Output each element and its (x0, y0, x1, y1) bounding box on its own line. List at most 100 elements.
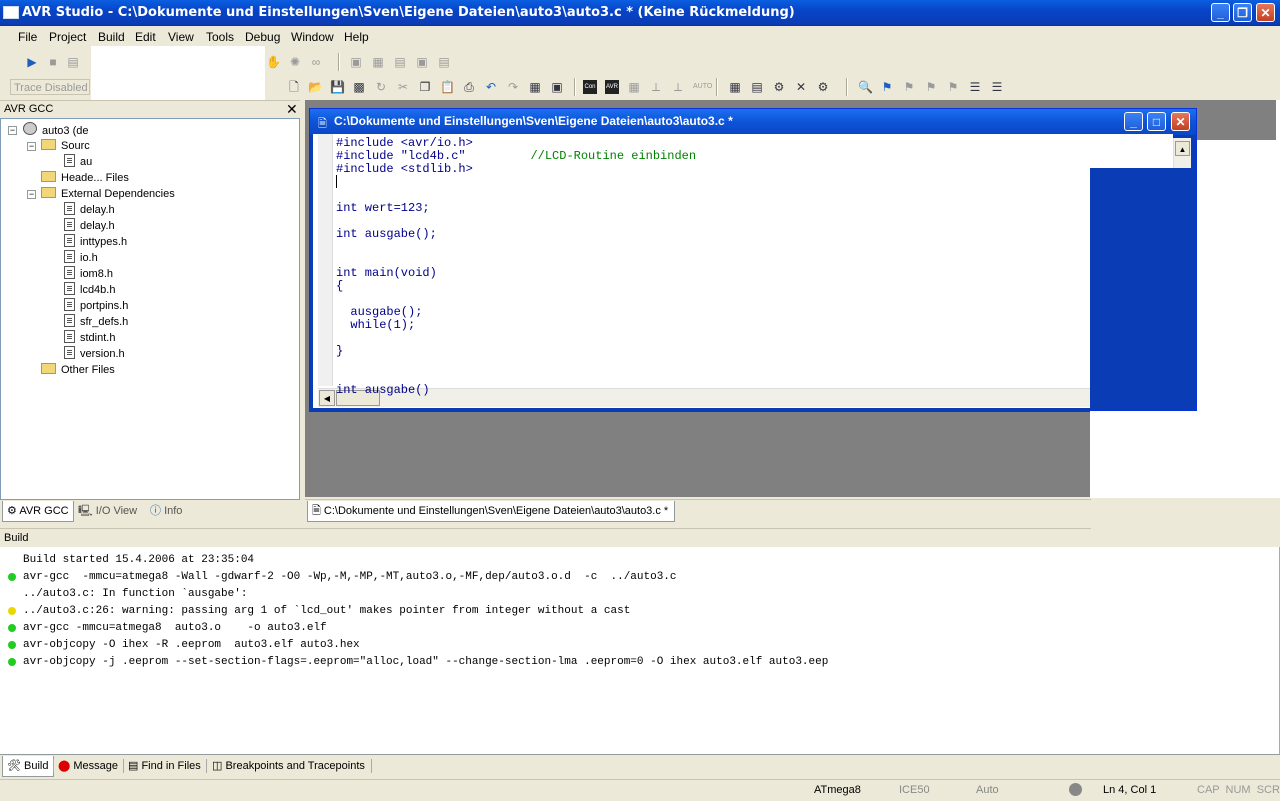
run-icon[interactable]: ▶ (25, 55, 39, 69)
status-mode: Auto (976, 784, 999, 796)
editor-minimize-button[interactable]: _ (1124, 112, 1143, 131)
build-output-line[interactable]: avr-objcopy -j .eeprom --set-section-fla… (23, 655, 828, 669)
menu-build[interactable]: Build (98, 30, 125, 44)
print-icon[interactable]: ⎙ (462, 80, 476, 94)
redo-icon[interactable]: ↷ (506, 80, 520, 94)
copy-icon[interactable]: ❐ (418, 80, 432, 94)
paste-icon[interactable]: 📋 (440, 80, 455, 94)
compile-icon[interactable]: ⚙ (772, 80, 786, 94)
window-list-icon[interactable]: ▦ (528, 80, 542, 94)
build-output-line[interactable]: ../auto3.c: In function `ausgabe': (23, 587, 247, 601)
undo-icon[interactable]: ↶ (484, 80, 498, 94)
breakpoint-icon[interactable]: ✺ (288, 55, 302, 69)
tab-breakpoints[interactable]: ◫ Breakpoints and Tracepoints (212, 756, 365, 776)
rebuild-icon[interactable]: ▤ (750, 80, 764, 94)
menu-tools[interactable]: Tools (206, 30, 234, 44)
tree-source-files[interactable]: Sourc (41, 138, 90, 154)
tab-io-view[interactable]: 🖳 I/O View (78, 501, 137, 521)
editor-close-button[interactable]: ✕ (1171, 112, 1190, 131)
tree-file[interactable]: inttypes.h (64, 234, 127, 250)
save-icon[interactable]: 💾 (330, 80, 345, 94)
horizontal-scrollbar[interactable]: ◀ (318, 388, 1090, 407)
build-output-line[interactable]: avr-gcc -mmcu=atmega8 auto3.o -o auto3.e… (23, 621, 327, 635)
jtag-icon[interactable]: ⟂ (649, 80, 663, 94)
toggle-bookmark-icon[interactable]: ⚑ (880, 80, 894, 94)
tree-file[interactable]: iom8.h (64, 266, 113, 282)
build-icon[interactable]: ▦ (728, 80, 742, 94)
save-all-icon[interactable]: ▩ (352, 80, 366, 94)
stop-icon[interactable]: ■ (46, 55, 60, 69)
menu-debug[interactable]: Debug (245, 30, 280, 44)
menu-edit[interactable]: Edit (135, 30, 156, 44)
tree-file[interactable]: stdint.h (64, 330, 115, 346)
glasses-icon[interactable]: ∞ (309, 55, 323, 69)
program-icon[interactable]: ⟂ (671, 80, 685, 94)
outdent-icon[interactable]: ☰ (990, 80, 1004, 94)
tab-info[interactable]: ⓘ Info (150, 501, 182, 521)
tree-file[interactable]: delay.h (64, 218, 115, 234)
build-output-line[interactable]: Build started 15.4.2006 at 23:35:04 (23, 553, 254, 567)
tree-file[interactable]: io.h (64, 250, 98, 266)
cut-icon[interactable]: ✂ (396, 80, 410, 94)
breakpoints-icon: ◫ (212, 760, 226, 772)
build-output-line[interactable]: ../auto3.c:26: warning: passing arg 1 of… (23, 604, 630, 618)
vertical-scrollbar[interactable]: ▲ (1173, 138, 1191, 168)
con-icon[interactable]: Con (583, 80, 597, 94)
tree-file[interactable]: lcd4b.h (64, 282, 115, 298)
menu-window[interactable]: Window (291, 30, 334, 44)
tab-find-in-files[interactable]: ▤ Find in Files (128, 756, 201, 776)
tab-avr-gcc[interactable]: ⚙ AVR GCC (2, 501, 74, 522)
auto-icon[interactable]: AUTO (693, 80, 712, 94)
tree-other-files[interactable]: Other Files (41, 362, 115, 378)
register-icon[interactable]: ▤ (393, 55, 407, 69)
tree-file[interactable]: version.h (64, 346, 125, 362)
tree-header-files[interactable]: Heade... Files (41, 170, 129, 186)
menu-help[interactable]: Help (344, 30, 369, 44)
build-output-line[interactable]: avr-gcc -mmcu=atmega8 -Wall -gdwarf-2 -O… (23, 570, 677, 584)
tree-file[interactable]: au (64, 154, 92, 170)
hand-icon[interactable]: ✋ (266, 55, 281, 69)
menu-file[interactable]: File (18, 30, 37, 44)
tree-file[interactable]: delay.h (64, 202, 115, 218)
tab-document-auto3[interactable]: 🗎 C:\Dokumente und Einstellungen\Sven\Ei… (307, 501, 676, 522)
scroll-left-icon[interactable]: ◀ (319, 390, 335, 406)
find-icon[interactable]: 🔍 (858, 80, 873, 94)
avr-icon[interactable]: AVR (605, 80, 619, 94)
editor-titlebar[interactable]: 🗎 C:\Dokumente und Einstellungen\Sven\Ei… (310, 109, 1196, 135)
panel-close-icon[interactable]: ✕ (286, 101, 298, 118)
clean-icon[interactable]: ✕ (794, 80, 808, 94)
trace-status: Trace Disabled (10, 79, 90, 95)
scroll-up-icon[interactable]: ▲ (1175, 141, 1190, 156)
clear-bookmarks-icon[interactable]: ⚑ (946, 80, 960, 94)
restore-button[interactable]: ❐ (1233, 3, 1252, 22)
editor-window-bottom-border (309, 408, 1090, 412)
next-bookmark-icon[interactable]: ⚑ (902, 80, 916, 94)
bookmark-icon[interactable]: ▣ (550, 80, 564, 94)
watch-icon[interactable]: ▣ (349, 55, 363, 69)
menu-view[interactable]: View (168, 30, 194, 44)
refresh-icon[interactable]: ↻ (374, 80, 388, 94)
tree-project[interactable]: auto3 (de (23, 122, 88, 138)
indent-icon[interactable]: ☰ (968, 80, 982, 94)
options-icon[interactable]: ⚙ (816, 80, 830, 94)
open-file-icon[interactable]: 📂 (308, 80, 323, 94)
tree-external-dependencies[interactable]: External Dependencies (41, 186, 175, 202)
processor-icon[interactable]: ▣ (415, 55, 429, 69)
tree-file[interactable]: sfr_defs.h (64, 314, 128, 330)
build-panel-title: Build (4, 532, 29, 544)
step-icon[interactable]: ▤ (66, 55, 80, 69)
menu-project[interactable]: Project (49, 30, 86, 44)
tab-message[interactable]: ⬤ Message (58, 756, 118, 776)
disassembler-icon[interactable]: ▤ (437, 55, 451, 69)
memory-icon[interactable]: ▦ (371, 55, 385, 69)
editor-maximize-button[interactable]: □ (1147, 112, 1166, 131)
tree-file[interactable]: portpins.h (64, 298, 128, 314)
new-file-icon[interactable]: 🗋 (287, 80, 301, 94)
window-titlebar[interactable]: AVR Studio - C:\Dokumente und Einstellun… (0, 0, 1280, 26)
close-button[interactable]: ✕ (1256, 3, 1275, 22)
prev-bookmark-icon[interactable]: ⚑ (924, 80, 938, 94)
build-output-line[interactable]: avr-objcopy -O ihex -R .eeprom auto3.elf… (23, 638, 360, 652)
tab-build[interactable]: 🛠 Build (2, 756, 54, 777)
chip-icon[interactable]: ▦ (627, 80, 641, 94)
minimize-button[interactable]: _ (1211, 3, 1230, 22)
